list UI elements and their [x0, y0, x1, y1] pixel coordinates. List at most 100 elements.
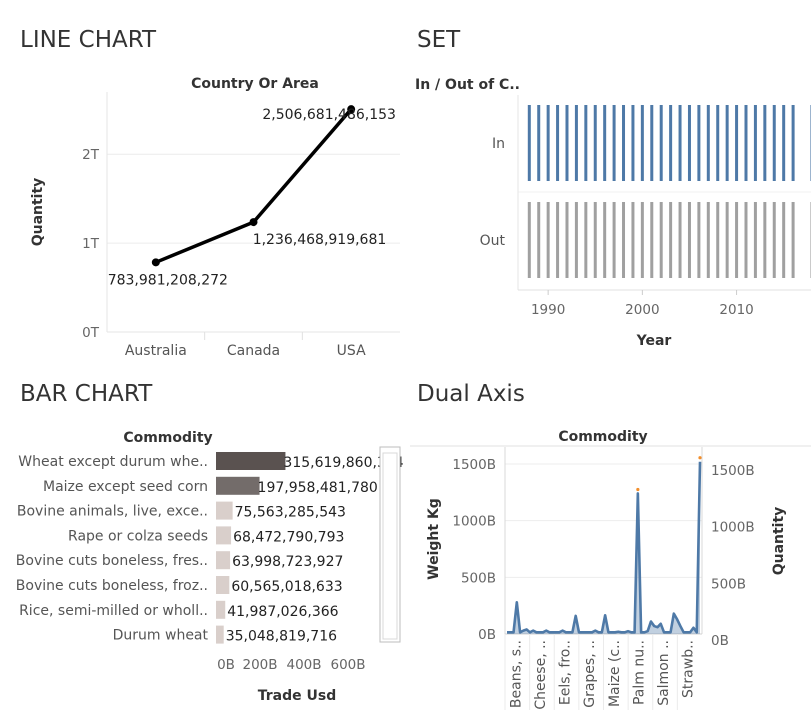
set-bar-out [622, 202, 626, 278]
line-data-label: 1,236,468,919,681 [253, 232, 387, 248]
set-bar-in [697, 105, 701, 181]
bar-data-label: 63,998,723,927 [232, 554, 343, 570]
bar-category-label: Bovine cuts boneless, fres.. [16, 553, 208, 569]
set-bar-out [669, 202, 673, 278]
set-bar-out [631, 202, 635, 278]
bar-data-label: 197,958,481,780 [258, 480, 378, 496]
set-bar-in [537, 105, 541, 181]
set-bar-out [735, 202, 739, 278]
set-bar-in [603, 105, 607, 181]
set-bar-out [744, 202, 748, 278]
set-bar-out [640, 202, 644, 278]
set-x-tick-label: 2010 [719, 302, 753, 318]
bar-x-tick-label: 200B [242, 657, 277, 673]
dual-y-right-label: Quantity [771, 507, 787, 576]
line-y-tick-label: 2T [82, 147, 100, 163]
set-bar-out [791, 202, 795, 278]
bar-chart: CommodityWheat except durum whe.. 315,619… [16, 430, 404, 704]
set-bar-out [678, 202, 682, 278]
set-row-label-out: Out [480, 233, 506, 249]
set-bar-in [772, 105, 776, 181]
dual-x-tick-label: Eels, fro.. [558, 640, 574, 705]
line-data-label: 783,981,208,272 [108, 272, 228, 288]
set-bar-in [640, 105, 644, 181]
dual-area [507, 461, 700, 634]
bar-category-label: Wheat except durum whe.. [18, 454, 208, 470]
set-chart: In / Out of C.. In Out 1990 2000 2010 Year [415, 77, 811, 349]
bar-rect [216, 576, 230, 594]
set-bar-out [537, 202, 541, 278]
set-bar-out [527, 202, 531, 278]
bar-category-label: Rape or colza seeds [68, 528, 208, 544]
bar-chart-panel: BAR CHART Commodity Wheat except durum wh… [0, 375, 405, 728]
set-row-label-in: In [492, 136, 505, 152]
bar-category-label: Maize except seed corn [43, 479, 208, 495]
dual-peak-marker [698, 456, 702, 460]
line-chart: Country Or Area Quantity 0T 1T 2T Australia Ca… [30, 76, 400, 359]
dual-x-tick-label: Beans, s.. [508, 640, 524, 708]
bar-category-label: Durum wheat [113, 628, 209, 644]
set-bar-out [763, 202, 767, 278]
dual-y-left-tick-label: 1500B [452, 457, 496, 473]
set-bar-out [725, 202, 729, 278]
set-bar-in [565, 105, 569, 181]
dual-axis-chart: Commodity Weight Kg Quantity 0B 0B 500B 500B 10… [410, 429, 811, 710]
bar-data-label: 35,048,819,716 [226, 629, 337, 645]
set-bar-in [593, 105, 597, 181]
bar-rect [216, 501, 233, 520]
line-x-tick-label: Australia [125, 343, 187, 359]
set-bar-in [669, 105, 673, 181]
dual-y-right-tick-label: 1000B [711, 520, 755, 536]
set-bar-out [687, 202, 691, 278]
set-panel: SET In / Out of C.. In Out 1990 2000 2010 Year [405, 0, 811, 375]
set-bar-out [772, 202, 776, 278]
line-y-tick-label: 1T [82, 236, 100, 252]
set-bar-in [735, 105, 739, 181]
set-bar-in [725, 105, 729, 181]
bar-x-axis-label: Trade Usd [258, 688, 336, 704]
bar-category-label: Rice, semi-milled or wholl.. [19, 603, 208, 619]
set-x-tick-label: 1990 [531, 302, 565, 318]
set-bar-in [791, 105, 795, 181]
bar-x-tick-label: 400B [286, 657, 321, 673]
bar-data-label: 60,565,018,633 [231, 579, 342, 595]
set-bar-out [650, 202, 654, 278]
set-bar-out [659, 202, 663, 278]
line-y-tick-label: 0T [82, 325, 100, 341]
dual-series-line [507, 461, 702, 634]
line-x-tick-label: USA [337, 343, 366, 359]
dual-x-tick-label: Palm nu.. [631, 640, 647, 705]
set-bar-in [763, 105, 767, 181]
set-bar-out [782, 202, 786, 278]
dual-y-left-label: Weight Kg [426, 498, 442, 580]
set-x-tick-label: 2000 [625, 302, 659, 318]
bar-rect [216, 600, 226, 619]
set-header: In / Out of C.. [415, 77, 520, 93]
bar-rect [216, 551, 231, 570]
set-bar-in [574, 105, 578, 181]
dual-axis-panel: Dual Axis Commodity Weight Kg Quantity 0B 0B… [405, 375, 811, 728]
dual-y-left-tick-label: 0B [478, 627, 496, 643]
dual-y-right-tick-label: 1500B [711, 463, 755, 479]
dual-x-tick-label: Grapes, .. [582, 640, 598, 708]
dual-peak-marker [636, 487, 640, 492]
bar-scrollbar-thumb[interactable] [382, 452, 398, 640]
set-bar-out [706, 202, 710, 278]
bar-category-label: Bovine animals, live, exce.. [17, 504, 208, 520]
set-bar-in [650, 105, 654, 181]
set-bar-in [782, 105, 786, 181]
bar-data-label: 68,472,790,793 [233, 529, 344, 545]
set-bar-in [584, 105, 588, 181]
dual-y-left-tick-label: 1000B [452, 514, 496, 530]
set-bar-out [565, 202, 569, 278]
set-bar-in [687, 105, 691, 181]
bar-rect [216, 476, 260, 495]
set-bar-in [744, 105, 748, 181]
line-point [249, 218, 258, 227]
dual-x-tick-label: Salmon .. [656, 640, 672, 706]
bar-x-tick-label: 600B [330, 657, 365, 673]
set-bar-out [603, 202, 607, 278]
dual-y-right-tick-label: 0B [711, 633, 729, 649]
set-bar-out [697, 202, 701, 278]
set-bar-out [574, 202, 578, 278]
